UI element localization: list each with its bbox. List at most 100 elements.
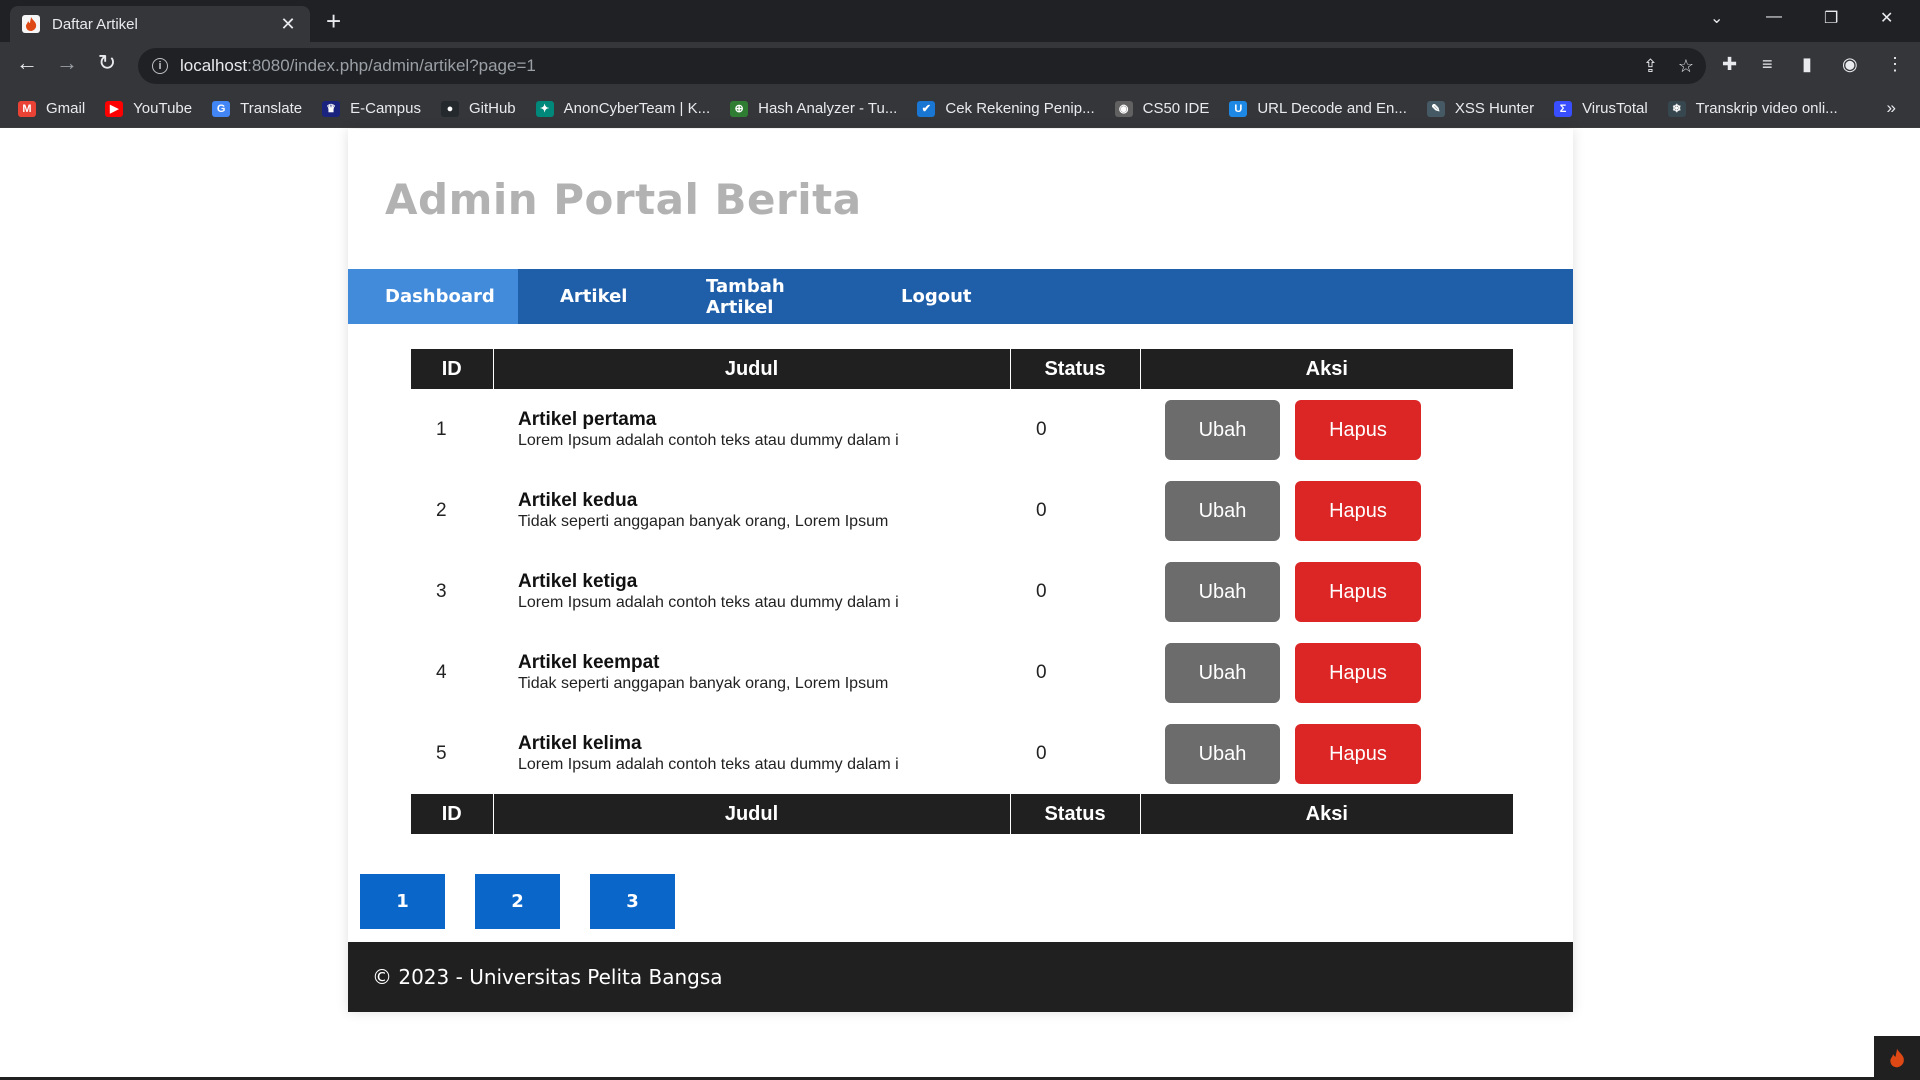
bookmark-label: Hash Analyzer - Tu... [758, 100, 898, 117]
bookmark-item[interactable]: U URL Decode and En... [1229, 100, 1407, 117]
browser-tab[interactable]: Daftar Artikel ✕ [10, 6, 310, 42]
bookmark-label: CS50 IDE [1142, 100, 1210, 117]
article-excerpt: Lorem Ipsum adalah contoh teks atau dumm… [518, 432, 899, 449]
forward-icon[interactable]: → [54, 52, 80, 74]
site-info-icon[interactable]: i [152, 58, 168, 74]
bookmark-label: Translate [240, 100, 303, 117]
hapus-button[interactable]: Hapus [1295, 561, 1421, 622]
bookmark-item[interactable]: ⊕ Hash Analyzer - Tu... [730, 100, 897, 117]
bookmark-label: Cek Rekening Penip... [945, 100, 1095, 117]
share-icon[interactable]: ⇪ [1643, 56, 1658, 77]
article-title[interactable]: Artikel kedua [518, 490, 1010, 512]
cs50-icon: ◉ [1114, 100, 1133, 117]
article-title[interactable]: Artikel keempat [518, 652, 1010, 674]
bookmark-label: AnonCyberTeam | K... [563, 100, 711, 117]
bookmark-item[interactable]: G Translate [212, 100, 302, 117]
page-link-2[interactable]: 2 [475, 874, 560, 929]
bookmark-label: GitHub [468, 100, 516, 117]
page-link-1[interactable]: 1 [360, 874, 445, 929]
article-excerpt: Lorem Ipsum adalah contoh teks atau dumm… [518, 594, 899, 611]
bookmark-item[interactable]: Σ VirusTotal [1554, 100, 1648, 117]
row-actions: Ubah Hapus [1140, 389, 1513, 470]
ubah-button[interactable]: Ubah [1165, 399, 1280, 460]
row-judul: Artikel keempat Tidak seperti anggapan ba… [493, 632, 1010, 713]
row-id: 5 [436, 742, 447, 764]
url-icon: U [1229, 100, 1248, 117]
footer-header-judul: Judul [492, 794, 1010, 834]
nav-tambah-artikel[interactable]: Tambah Artikel [664, 269, 859, 324]
nav-logout[interactable]: Logout [859, 269, 1009, 324]
hapus-button[interactable]: Hapus [1295, 480, 1421, 541]
article-excerpt: Tidak seperti anggapan banyak orang, Lor… [518, 513, 889, 530]
bookmark-item[interactable]: ▶ YouTube [105, 100, 192, 117]
anon-icon: ✦ [535, 100, 554, 117]
article-title[interactable]: Artikel ketiga [518, 571, 1010, 593]
media-control-icon[interactable]: ≡ [1762, 54, 1773, 75]
row-actions: Ubah Hapus [1140, 632, 1513, 713]
row-id: 4 [436, 661, 447, 683]
page-link-3[interactable]: 3 [590, 874, 675, 929]
article-excerpt: Tidak seperti anggapan banyak orang, Lor… [518, 675, 889, 692]
bookmark-item[interactable]: ● GitHub [440, 100, 516, 117]
ecampus-icon: ♛ [322, 100, 341, 117]
bookmark-item[interactable]: M Gmail [18, 100, 85, 117]
row-id: 3 [436, 580, 447, 602]
table-row: 3 Artikel ketiga Lorem Ipsum adalah contoh… [411, 551, 1513, 632]
bookmark-label: E-Campus [350, 100, 421, 117]
restore-icon[interactable]: ❐ [1824, 8, 1838, 28]
header-aksi: Aksi [1139, 349, 1513, 389]
xss-icon: ✎ [1426, 100, 1445, 117]
articles-table: ID Judul Status Aksi 1 Artikel pertama Lor… [411, 349, 1513, 834]
row-id: 2 [436, 499, 447, 521]
table-footer-row: ID Judul Status Aksi [411, 794, 1513, 834]
article-title[interactable]: Artikel kelima [518, 733, 1010, 755]
extensions-icon[interactable]: ✚ [1722, 54, 1737, 75]
table-row: 5 Artikel kelima Lorem Ipsum adalah contoh… [411, 713, 1513, 794]
ubah-button[interactable]: Ubah [1165, 642, 1280, 703]
site-title: Admin Portal Berita [385, 175, 862, 224]
hapus-button[interactable]: Hapus [1295, 723, 1421, 784]
bookmark-item[interactable]: ✔ Cek Rekening Penip... [917, 100, 1095, 117]
menu-icon[interactable]: ⋮ [1886, 54, 1904, 75]
hapus-button[interactable]: Hapus [1295, 642, 1421, 703]
tab-title: Daftar Artikel [52, 15, 138, 33]
more-bookmarks-icon[interactable]: » [1887, 98, 1896, 118]
back-icon[interactable]: ← [14, 52, 40, 74]
article-title[interactable]: Artikel pertama [518, 409, 1010, 431]
ubah-button[interactable]: Ubah [1165, 723, 1280, 784]
address-bar[interactable]: i localhost:8080/index.php/admin/artikel… [138, 48, 1706, 84]
table-header-row: ID Judul Status Aksi [411, 349, 1513, 389]
check-icon: ✔ [917, 100, 936, 117]
tab-search-icon[interactable]: ⌄ [1710, 8, 1723, 28]
row-judul: Artikel pertama Lorem Ipsum adalah contoh… [493, 389, 1010, 470]
nav-artikel[interactable]: Artikel [518, 269, 664, 324]
codeigniter-favicon-icon [22, 15, 40, 33]
bookmark-label: VirusTotal [1582, 100, 1648, 117]
row-judul: Artikel kedua Tidak seperti anggapan bany… [493, 470, 1010, 551]
row-actions: Ubah Hapus [1140, 551, 1513, 632]
side-panel-icon[interactable]: ▮ [1802, 54, 1812, 75]
profile-avatar-icon[interactable]: ◉ [1842, 54, 1858, 75]
reload-icon[interactable]: ↻ [94, 52, 120, 74]
tab-strip: Daftar Artikel ✕ + ⌄ — ❐ ✕ [0, 0, 1920, 42]
bookmark-star-icon[interactable]: ☆ [1678, 56, 1694, 77]
bookmark-item[interactable]: ◉ CS50 IDE [1114, 100, 1210, 117]
minimize-icon[interactable]: — [1766, 8, 1782, 26]
nav-dashboard[interactable]: Dashboard [348, 269, 518, 324]
url-host: localhost [180, 56, 248, 75]
new-tab-icon[interactable]: + [326, 8, 341, 34]
translate-icon: G [212, 100, 231, 117]
footer-header-status: Status [1009, 794, 1140, 834]
hapus-button[interactable]: Hapus [1295, 399, 1421, 460]
tab-close-icon[interactable]: ✕ [278, 14, 298, 35]
bookmark-item[interactable]: ♛ E-Campus [322, 100, 421, 117]
bookmark-item[interactable]: ✎ XSS Hunter [1426, 100, 1534, 117]
bookmark-item[interactable]: ✦ AnonCyberTeam | K... [535, 100, 711, 117]
ubah-button[interactable]: Ubah [1165, 480, 1280, 541]
codeigniter-debug-toolbar-icon[interactable] [1874, 1036, 1920, 1080]
ubah-button[interactable]: Ubah [1165, 561, 1280, 622]
close-window-icon[interactable]: ✕ [1880, 8, 1893, 28]
bookmark-item[interactable]: ❄ Transkrip video onli... [1667, 100, 1838, 117]
row-status: 0 [1036, 580, 1047, 602]
main-navbar: Dashboard Artikel Tambah Artikel Logout [348, 269, 1573, 324]
